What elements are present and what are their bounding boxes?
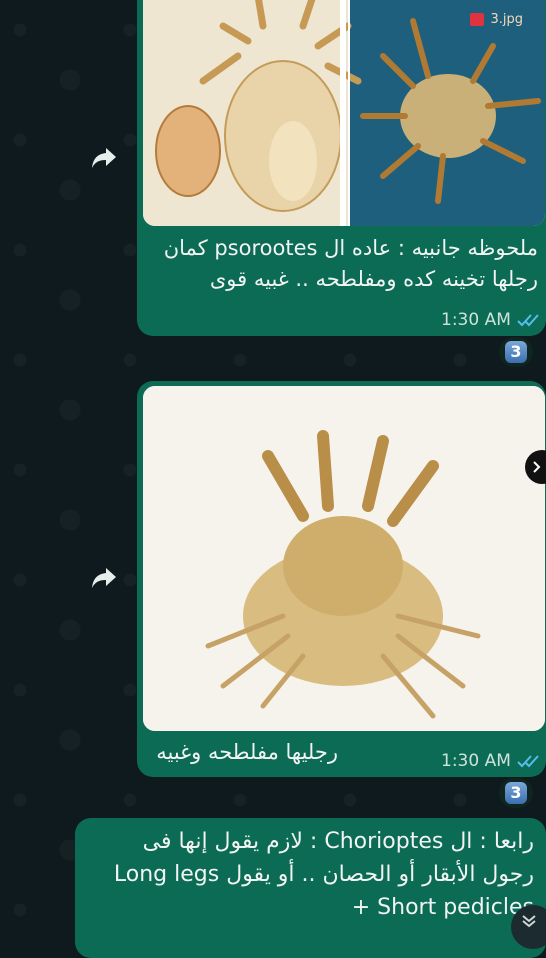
keycap-3-emoji: 3 [505, 782, 527, 804]
message-meta: 1:30 AM [441, 310, 541, 330]
image-file-label: 3.jpg [470, 12, 523, 27]
forward-button[interactable] [86, 560, 122, 596]
message-meta: 1:30 AM [441, 751, 541, 771]
message-time: 1:30 AM [441, 310, 511, 330]
forward-button[interactable] [86, 140, 122, 176]
mite-image-pair[interactable]: 3.jpg [143, 0, 545, 226]
mite-image[interactable] [143, 386, 545, 731]
chevron-right-icon [533, 461, 541, 473]
image-icon [470, 13, 485, 26]
message-text: رجليها مفلطحه وغبيه [156, 740, 338, 764]
message-text: رابعا : ال Chorioptes : لازم يقول إنها ف… [113, 829, 534, 920]
double-check-icon [517, 314, 539, 327]
forward-icon [92, 148, 116, 168]
forward-icon [92, 568, 116, 588]
reaction-badge[interactable]: 3 [499, 337, 533, 367]
double-check-icon [517, 755, 539, 768]
message-text: ملحوظه جانبيه : عاده ال psorootes كمان ر… [163, 236, 538, 291]
keycap-3-emoji: 3 [505, 341, 527, 363]
double-chevron-down-icon [522, 915, 536, 928]
reaction-badge[interactable]: 3 [499, 778, 533, 808]
message-time: 1:30 AM [441, 751, 511, 771]
